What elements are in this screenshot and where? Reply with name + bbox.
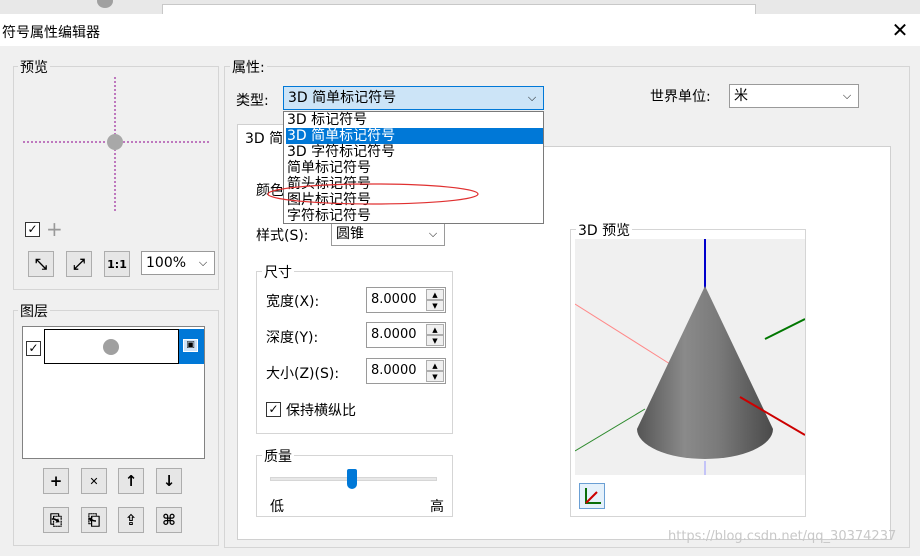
type-option[interactable]: 3D 字符标记符号 — [286, 144, 543, 160]
type-option[interactable]: 3D 标记符号 — [286, 112, 543, 128]
tag-layer-button[interactable]: ⌘ — [156, 507, 182, 533]
type-option[interactable]: 简单标记符号 — [286, 160, 543, 176]
zoom-expand-icon: ⤢ — [72, 255, 85, 273]
layer-symbol-dot — [103, 339, 119, 355]
chevron-down-icon: ⌵ — [842, 89, 852, 102]
preview3d-group-label: 3D 预览 — [576, 220, 633, 240]
quality-slider-thumb[interactable] — [346, 469, 357, 489]
keep-ratio-label: 保持横纵比 — [286, 403, 356, 419]
actual-size-button[interactable]: 1:1 — [104, 251, 130, 277]
width-down-icon[interactable]: ▼ — [426, 300, 444, 311]
width-stepper[interactable]: 8.0000 ▲ ▼ — [366, 287, 446, 313]
arrow-up-icon: ↑ — [124, 472, 138, 490]
layers-group-label: 图层 — [18, 301, 50, 321]
chevron-down-icon: ⌵ — [198, 256, 208, 269]
axis-icon — [585, 488, 601, 504]
type-select-value: 3D 简单标记符号 — [288, 90, 397, 106]
actual-size-icon: 1:1 — [107, 257, 127, 271]
world-unit-value: 米 — [734, 88, 748, 104]
layer-item-selector[interactable]: ▣ — [179, 329, 204, 364]
quality-group-label: 质量 — [262, 446, 294, 466]
preview-symbol-dot — [107, 134, 123, 150]
type-label: 类型: — [236, 93, 269, 109]
chevron-down-icon: ⌵ — [428, 227, 438, 240]
depth-up-icon[interactable]: ▲ — [426, 324, 444, 335]
preview-visible-checkbox[interactable]: ✓ — [25, 222, 40, 237]
remove-icon: ✕ — [89, 474, 99, 488]
plus-icon: + — [49, 472, 63, 490]
background-window-strip — [0, 0, 920, 16]
size-value: 8.0000 — [371, 363, 417, 378]
remove-layer-button[interactable]: ✕ — [81, 468, 107, 494]
quality-high-label: 高 — [430, 499, 444, 515]
preview-canvas — [23, 77, 210, 213]
zoom-select[interactable]: 100% ⌵ — [141, 251, 215, 275]
depth-stepper[interactable]: 8.0000 ▲ ▼ — [366, 322, 446, 348]
import-layer-button[interactable]: ⇪ — [118, 507, 144, 533]
layer-visible-checkbox[interactable]: ✓ — [26, 341, 41, 356]
paste-icon: ⎗ — [87, 511, 100, 529]
zoom-fit-button[interactable]: ⤡ — [28, 251, 54, 277]
paste-layer-button[interactable]: ⎗ — [81, 507, 107, 533]
world-unit-select[interactable]: 米 ⌵ — [729, 84, 859, 108]
properties-group-label: 属性: — [230, 57, 267, 77]
world-unit-label: 世界单位: — [650, 89, 711, 105]
zoom-fit-icon: ⤡ — [34, 255, 47, 273]
highlight-ellipse — [267, 183, 479, 205]
preview-add-icon[interactable]: + — [46, 217, 63, 241]
style-select[interactable]: 圆锥 ⌵ — [331, 222, 445, 246]
import-icon: ⇪ — [124, 511, 138, 529]
depth-value: 8.0000 — [371, 327, 417, 342]
depth-down-icon[interactable]: ▼ — [426, 335, 444, 346]
copy-layer-button[interactable]: ⎘ — [43, 507, 69, 533]
width-value: 8.0000 — [371, 292, 417, 307]
type-option[interactable]: 字符标记符号 — [286, 208, 543, 224]
size-stepper[interactable]: 8.0000 ▲ ▼ — [366, 358, 446, 384]
width-up-icon[interactable]: ▲ — [426, 289, 444, 300]
depth-label: 深度(Y): — [266, 330, 319, 346]
window-title: 符号属性编辑器 — [2, 25, 100, 41]
add-layer-button[interactable]: + — [43, 468, 69, 494]
style-label: 样式(S): — [256, 228, 309, 244]
watermark-text: https://blog.csdn.net/qq_30374237 — [668, 529, 897, 544]
layer-edit-icon: ▣ — [183, 339, 198, 352]
type-option-selected[interactable]: 3D 简单标记符号 — [286, 128, 543, 144]
preview3d-canvas — [575, 239, 805, 475]
keep-ratio-checkbox[interactable]: ✓ — [266, 402, 281, 417]
background-dot — [97, 0, 113, 8]
arrow-down-icon: ↓ — [162, 472, 176, 490]
preview-group-label: 预览 — [18, 57, 50, 77]
style-select-value: 圆锥 — [336, 226, 364, 242]
zoom-expand-button[interactable]: ⤢ — [66, 251, 92, 277]
move-layer-down-button[interactable]: ↓ — [156, 468, 182, 494]
size-down-icon[interactable]: ▼ — [426, 371, 444, 382]
size-label: 大小(Z)(S): — [266, 366, 340, 382]
zoom-select-value: 100% — [146, 255, 187, 271]
quality-low-label: 低 — [270, 499, 284, 515]
size-up-icon[interactable]: ▲ — [426, 360, 444, 371]
move-layer-up-button[interactable]: ↑ — [118, 468, 144, 494]
tab-3d-simple-marker[interactable]: 3D 简单标记符号 — [237, 124, 287, 147]
type-select[interactable]: 3D 简单标记符号 ⌵ — [283, 86, 544, 110]
title-bar — [0, 14, 920, 46]
tag-icon: ⌘ — [162, 511, 176, 529]
chevron-down-icon: ⌵ — [527, 91, 537, 104]
layer-item[interactable] — [44, 329, 179, 364]
axis-toggle-button[interactable] — [579, 483, 605, 509]
close-button[interactable]: ✕ — [885, 18, 915, 42]
width-label: 宽度(X): — [266, 294, 320, 310]
copy-icon: ⎘ — [49, 511, 62, 529]
size-group-label: 尺寸 — [262, 262, 294, 282]
